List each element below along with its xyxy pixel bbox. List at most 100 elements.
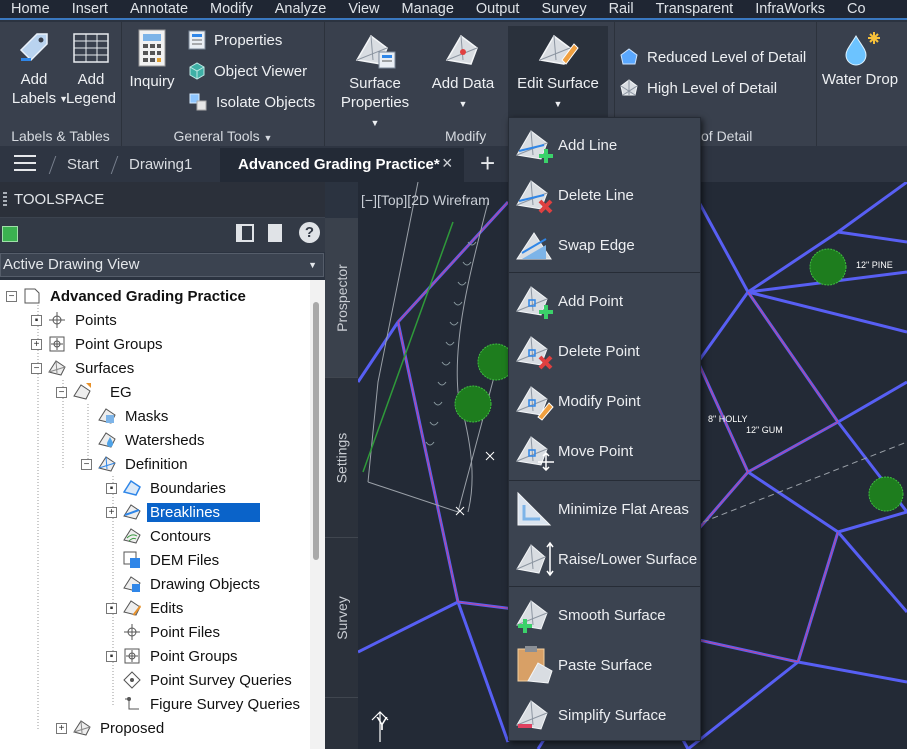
cube-icon[interactable] <box>2 226 18 242</box>
isolate-objects-button[interactable]: Isolate Objects <box>188 92 315 112</box>
tree-scrollbar[interactable] <box>310 280 325 749</box>
menu-item-add-line[interactable]: Add Line <box>509 120 700 170</box>
panel-title-general-tools[interactable]: General Tools ▼ <box>122 128 324 144</box>
add-labels-button[interactable]: Add Labels ▼ <box>6 30 68 108</box>
collapse-icon[interactable]: − <box>56 386 67 398</box>
tree-label: Proposed <box>100 719 165 737</box>
tree-node-boundaries[interactable]: ▪ Boundaries <box>106 476 229 500</box>
tab-survey[interactable]: Survey <box>530 0 597 18</box>
water-drop-button[interactable]: Water Drop <box>817 30 903 89</box>
tree-label: Surfaces <box>75 359 135 377</box>
hamburger-menu-icon[interactable] <box>14 155 36 171</box>
tab-annotate[interactable]: Annotate <box>119 0 199 18</box>
tree-node-point-survey-queries[interactable]: Point Survey Queries <box>106 668 295 692</box>
menu-item-move-point[interactable]: Move Point <box>509 426 700 476</box>
tab-view[interactable]: View <box>337 0 390 18</box>
expand-icon[interactable]: ▪ <box>31 314 42 326</box>
tab-settings[interactable]: Settings <box>325 378 358 538</box>
expand-icon[interactable]: ▪ <box>106 602 117 614</box>
menu-item-paste-surface[interactable]: Paste Surface <box>509 640 700 690</box>
menu-item-delete-line[interactable]: Delete Line <box>509 170 700 220</box>
tree-node-points[interactable]: ▪ Points <box>31 308 120 332</box>
toolspace-side-tabs: Prospector Settings Survey <box>325 218 358 749</box>
tree-label: Definition <box>125 455 188 473</box>
surface-properties-button[interactable]: Surface Properties ▼ <box>335 30 415 133</box>
tab-label: Survey <box>333 595 350 640</box>
add-legend-button[interactable]: Add Legend <box>64 30 118 108</box>
scrollbar-thumb[interactable] <box>313 302 319 560</box>
tree-node-point-files[interactable]: Point Files <box>106 620 223 644</box>
tab-rail[interactable]: Rail <box>598 0 645 18</box>
expand-icon[interactable]: ▪ <box>106 482 117 494</box>
tab-home[interactable]: Home <box>0 0 61 18</box>
close-tab-icon[interactable]: × <box>442 153 453 174</box>
tree-node-drawing[interactable]: − Advanced Grading Practice <box>6 284 249 308</box>
menu-item-add-point[interactable]: Add Point <box>509 276 700 326</box>
properties-button[interactable]: Properties <box>188 30 282 50</box>
menu-item-raise-lower-surface[interactable]: Raise/Lower Surface <box>509 534 700 584</box>
tree-label-pine: 12" PINE <box>856 260 893 270</box>
object-viewer-button[interactable]: Object Viewer <box>188 61 307 81</box>
tree-node-masks[interactable]: Masks <box>81 404 171 428</box>
menu-item-minimize-flat-areas[interactable]: Minimize Flat Areas <box>509 484 700 534</box>
high-level-of-detail-button[interactable]: High Level of Detail <box>619 78 777 98</box>
expand-icon[interactable]: + <box>106 506 117 518</box>
tree-node-dem-files[interactable]: DEM Files <box>106 548 222 572</box>
tree-node-contours[interactable]: Contours <box>106 524 214 548</box>
tree-node-figure-survey-queries[interactable]: Figure Survey Queries <box>106 692 303 716</box>
menu-item-modify-point[interactable]: Modify Point <box>509 376 700 426</box>
viewport-controls-label[interactable]: [−][Top][2D Wirefram <box>361 192 490 208</box>
tree-node-drawing-objects[interactable]: Drawing Objects <box>106 572 263 596</box>
tab-collaborate[interactable]: Co <box>836 0 877 18</box>
inquiry-button[interactable]: Inquiry <box>126 28 178 91</box>
collapse-icon[interactable]: − <box>81 458 92 470</box>
doc-tab-active[interactable]: Advanced Grading Practice* × <box>220 148 464 182</box>
tab-output[interactable]: Output <box>465 0 531 18</box>
tab-insert[interactable]: Insert <box>61 0 119 18</box>
active-doc-title: Advanced Grading Practice* <box>238 156 440 173</box>
tree-node-watersheds[interactable]: Watersheds <box>81 428 207 452</box>
tree-node-surfaces[interactable]: − Surfaces <box>31 356 137 380</box>
menu-item-swap-edge[interactable]: Swap Edge <box>509 220 700 270</box>
collapse-icon[interactable]: − <box>31 362 42 374</box>
menu-item-smooth-surface[interactable]: Smooth Surface <box>509 590 700 640</box>
expand-icon[interactable]: + <box>56 722 67 734</box>
tree-label: Masks <box>125 407 169 425</box>
doc-tab-drawing1[interactable]: Drawing1 <box>129 156 192 173</box>
tab-modify[interactable]: Modify <box>199 0 264 18</box>
tree-node-edits[interactable]: ▪ Edits <box>106 596 186 620</box>
doc-tab-start[interactable]: Start <box>67 156 99 173</box>
toolspace-header[interactable]: TOOLSPACE <box>0 182 325 218</box>
menu-item-delete-point[interactable]: Delete Point <box>509 326 700 376</box>
edit-surface-button[interactable]: Edit Surface ▼ <box>508 26 608 118</box>
move-point-icon <box>516 436 554 471</box>
tab-survey[interactable]: Survey <box>325 538 358 698</box>
surface-properties-line2: Properties <box>340 94 410 111</box>
tab-manage[interactable]: Manage <box>391 0 465 18</box>
tree-node-point-groups[interactable]: + Point Groups <box>31 332 166 356</box>
dem-files-icon <box>123 551 140 568</box>
point-groups-icon <box>124 648 140 664</box>
add-data-button[interactable]: Add Data ▼ <box>427 30 499 114</box>
view-select[interactable]: Active Drawing View ▼ <box>0 253 324 277</box>
tree-node-point-groups-def[interactable]: ▪ Point Groups <box>106 644 241 668</box>
new-tab-icon[interactable]: + <box>480 148 495 178</box>
tree-node-proposed[interactable]: + Proposed <box>56 716 167 740</box>
reduced-level-of-detail-button[interactable]: Reduced Level of Detail <box>619 47 806 67</box>
isolate-objects-icon <box>189 93 207 111</box>
expand-icon[interactable]: + <box>31 338 42 350</box>
expand-icon[interactable]: ▪ <box>106 650 117 662</box>
tab-transparent[interactable]: Transparent <box>645 0 745 18</box>
tab-prospector[interactable]: Prospector <box>325 218 358 378</box>
item-view-icon[interactable] <box>236 224 254 242</box>
collapse-icon[interactable]: − <box>6 290 17 302</box>
tree-label: Point Groups <box>75 335 163 353</box>
tree-node-definition[interactable]: − Definition <box>81 452 191 476</box>
tab-analyze[interactable]: Analyze <box>264 0 338 18</box>
help-icon[interactable]: ? <box>299 222 320 243</box>
tree-node-eg[interactable]: − EG <box>56 380 135 404</box>
tab-infraworks[interactable]: InfraWorks <box>744 0 836 18</box>
panel-toggle-icon[interactable] <box>268 224 288 242</box>
tree-node-breaklines[interactable]: + Breaklines <box>106 500 261 524</box>
menu-item-simplify-surface[interactable]: Simplify Surface <box>509 690 700 740</box>
